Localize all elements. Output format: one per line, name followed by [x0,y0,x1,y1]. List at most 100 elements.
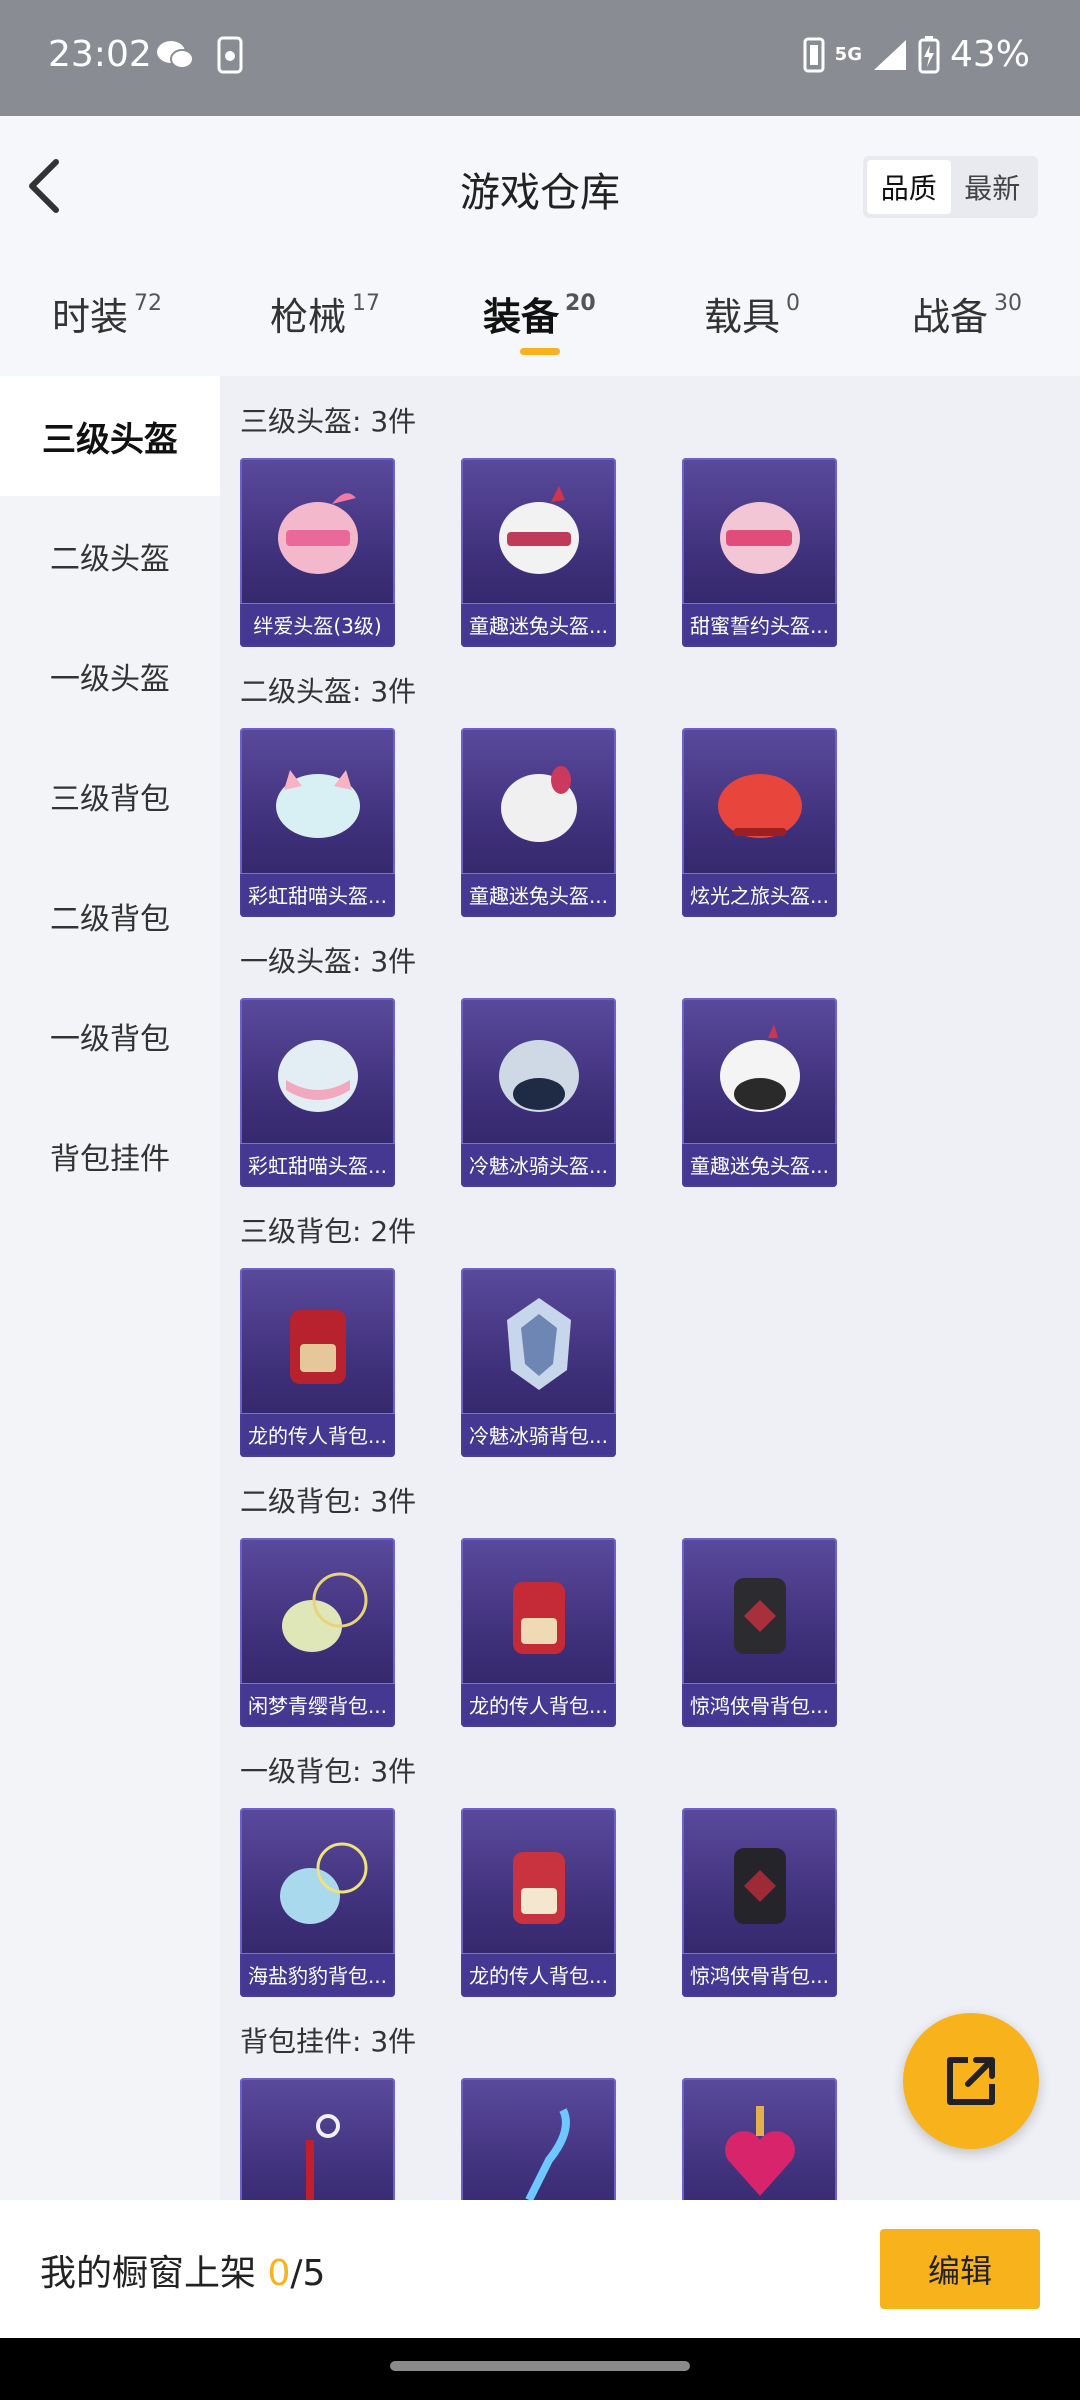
charm-icon [725,2106,795,2196]
item-name: 海盐豹豹背包... [240,1953,395,1997]
side-item-level2-helmet[interactable]: 二级头盔 [0,496,220,616]
showcase-status: 我的橱窗上架 0/5 [40,2244,325,2296]
item-card[interactable]: 炫光之旅头盔... [682,728,837,917]
item-name: 彩虹甜喵头盔... [240,873,395,917]
tab-equipment[interactable]: 装备 20 [483,286,596,341]
tab-count: 20 [565,291,596,317]
item-name: 彩虹甜喵头盔... [240,1143,395,1187]
item-card[interactable]: 彩虹甜喵头盔... [240,998,395,1187]
showcase-count: 0 [267,2253,291,2294]
header: 游戏仓库 品质 最新 [0,116,1080,256]
wechat-icon [157,41,194,69]
tab-label: 时装 [52,295,129,339]
item-name: 绊爱头盔(3级) [240,603,395,647]
item-name: 冷魅冰骑背包... [461,1413,616,1457]
item-card[interactable]: 彩虹甜喵头盔... [240,728,395,917]
section-title: 一级背包: 3件 [240,1755,417,1788]
tab-label: 枪械 [270,295,347,339]
side-item-backpack-charm[interactable]: 背包挂件 [0,1096,220,1216]
backpack-icon [280,1842,368,1924]
item-card[interactable]: 童趣迷兔头盔... [461,728,616,917]
tab-weapons[interactable]: 枪械 17 [270,286,380,341]
item-name: 冷魅冰骑头盔... [461,1143,616,1187]
item-card[interactable]: 甜蜜誓约头盔... [682,458,837,647]
sort-by-quality[interactable]: 品质 [867,160,951,214]
system-nav-bar [0,2338,1080,2400]
active-tab-indicator [520,348,560,355]
side-nav: 三级头盔 二级头盔 一级头盔 三级背包 二级背包 一级背包 背包挂件 [0,376,220,2200]
item-card[interactable]: 冷魅冰骑头盔... [461,998,616,1187]
backpack-icon [734,1848,786,1924]
side-item-level3-backpack[interactable]: 三级背包 [0,736,220,856]
share-button[interactable] [903,2013,1039,2149]
side-item-level1-helmet[interactable]: 一级头盔 [0,616,220,736]
backpack-icon [734,1578,786,1654]
bottom-bar: 我的橱窗上架 0/5 编辑 [0,2200,1080,2338]
helmet-icon [499,1040,579,1112]
status-right: 5G 43% [803,34,1030,75]
tab-fashion[interactable]: 时装 72 [52,286,162,341]
side-item-level1-backpack[interactable]: 一级背包 [0,976,220,1096]
signal-icon [873,39,906,70]
tab-count: 30 [994,291,1023,317]
item-name: 龙的传人背包... [461,1683,616,1727]
sort-by-newest[interactable]: 最新 [951,160,1035,214]
sort-toggle: 品质 最新 [863,156,1038,218]
tab-supplies[interactable]: 战备 30 [912,286,1022,341]
helmet-icon [499,486,579,574]
item-grid: 三级头盔: 3件 绊爱头盔(3级) 童趣迷兔头盔... 甜蜜誓约头盔... 二级… [220,376,1080,2200]
item-name: 闲梦青缨背包... [240,1683,395,1727]
status-bar: 23:02 5G 43% [0,0,1080,116]
category-tabs: 时装 72 枪械 17 装备 20 载具 0 战备 30 [0,256,1080,376]
item-card[interactable]: 海盐豹豹背包... [240,1808,395,1997]
item-card[interactable] [461,2078,616,2200]
item-card[interactable]: 龙的传人背包... [240,1268,395,1457]
helmet-icon [720,502,800,574]
backpack-icon [282,1572,368,1652]
item-name: 龙的传人背包... [240,1413,395,1457]
item-card[interactable]: 冷魅冰骑背包... [461,1268,616,1457]
item-card[interactable]: 闲梦青缨背包... [240,1538,395,1727]
section-title: 二级背包: 3件 [240,1485,417,1518]
item-card[interactable]: 龙的传人背包... [461,1538,616,1727]
side-item-level3-helmet[interactable]: 三级头盔 [0,376,220,496]
item-name: 龙的传人背包... [461,1953,616,1997]
side-item-level2-backpack[interactable]: 二级背包 [0,856,220,976]
home-indicator[interactable] [390,2361,690,2371]
item-card[interactable]: 绊爱头盔(3级) [240,458,395,647]
tab-count: 0 [786,291,801,317]
share-icon [947,2057,995,2105]
item-card[interactable] [240,2078,395,2200]
tab-vehicles[interactable]: 载具 0 [704,286,800,341]
item-card[interactable]: 惊鸿侠骨背包... [682,1808,837,1997]
edit-button[interactable]: 编辑 [880,2229,1040,2309]
section-title: 一级头盔: 3件 [240,945,417,978]
tab-label: 装备 [483,295,560,339]
showcase-total: /5 [290,2253,326,2294]
backpack-icon [507,1298,571,1390]
backpack-icon [290,1310,346,1384]
item-name: 童趣迷兔头盔... [461,603,616,647]
item-name: 炫光之旅头盔... [682,873,837,917]
item-name: 惊鸿侠骨背包... [682,1683,837,1727]
showcase-label: 我的橱窗上架 [40,2253,257,2294]
helmet-icon [720,1024,800,1112]
charm-icon [306,2114,340,2200]
item-name: 惊鸿侠骨背包... [682,1953,837,1997]
section-title: 二级头盔: 3件 [240,675,417,708]
sim-icon [803,37,825,72]
charm-icon [525,2108,570,2200]
item-card[interactable] [682,2078,837,2200]
item-card[interactable]: 龙的传人背包... [461,1808,616,1997]
tab-label: 载具 [704,295,781,339]
item-card[interactable]: 童趣迷兔头盔... [682,998,837,1187]
phone-icon [217,36,243,74]
helmet-icon [278,1040,358,1112]
item-card[interactable]: 童趣迷兔头盔... [461,458,616,647]
item-card[interactable]: 惊鸿侠骨背包... [682,1538,837,1727]
helmet-icon [718,774,802,838]
helmet-icon [501,766,577,842]
backpack-icon [513,1852,565,1924]
item-name: 童趣迷兔头盔... [461,873,616,917]
helmet-icon [276,770,360,838]
